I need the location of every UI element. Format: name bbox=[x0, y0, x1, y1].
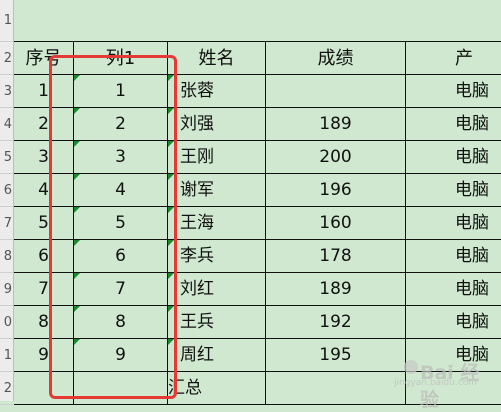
total-cell[interactable] bbox=[14, 372, 74, 405]
header-score[interactable]: 成绩 bbox=[266, 42, 406, 75]
top-empty-row[interactable] bbox=[14, 0, 501, 42]
cell-seq[interactable]: 1 bbox=[14, 75, 74, 108]
total-label[interactable]: 汇总 bbox=[168, 372, 266, 405]
cell-col1[interactable]: 1 bbox=[74, 75, 168, 108]
row-header-column: 123456789012 bbox=[0, 0, 14, 405]
total-cell[interactable] bbox=[74, 372, 168, 405]
cell-seq[interactable]: 4 bbox=[14, 174, 74, 207]
cell-col1[interactable]: 2 bbox=[74, 108, 168, 141]
cell-score[interactable]: 189 bbox=[266, 273, 406, 306]
cell-seq[interactable]: 3 bbox=[14, 141, 74, 174]
cell-name[interactable]: 刘红 bbox=[168, 273, 266, 306]
baidu-watermark: Bai 经验 jingyan.baidu.com bbox=[376, 352, 496, 411]
cell-col1[interactable]: 5 bbox=[74, 207, 168, 240]
cell-col1[interactable]: 4 bbox=[74, 174, 168, 207]
cell-product[interactable]: 电脑 bbox=[406, 306, 501, 339]
row-number[interactable]: 5 bbox=[0, 141, 13, 174]
cell-name[interactable]: 李兵 bbox=[168, 240, 266, 273]
cell-name[interactable]: 张蓉 bbox=[168, 75, 266, 108]
row-number[interactable]: 1 bbox=[0, 0, 13, 42]
cell-seq[interactable]: 6 bbox=[14, 240, 74, 273]
cell-score[interactable]: 178 bbox=[266, 240, 406, 273]
row-number[interactable]: 4 bbox=[0, 108, 13, 141]
row-number[interactable]: 3 bbox=[0, 75, 13, 108]
cell-seq[interactable]: 8 bbox=[14, 306, 74, 339]
cell-col1[interactable]: 8 bbox=[74, 306, 168, 339]
cell-name[interactable]: 王刚 bbox=[168, 141, 266, 174]
row-number[interactable]: 0 bbox=[0, 306, 13, 339]
cell-name[interactable]: 王兵 bbox=[168, 306, 266, 339]
cell-col1[interactable]: 3 bbox=[74, 141, 168, 174]
cell-product[interactable]: 电脑 bbox=[406, 75, 501, 108]
row-number[interactable]: 8 bbox=[0, 240, 13, 273]
header-name[interactable]: 姓名 bbox=[168, 42, 266, 75]
cell-score[interactable] bbox=[266, 75, 406, 108]
row-number[interactable]: 2 bbox=[0, 42, 13, 75]
cell-seq[interactable]: 7 bbox=[14, 273, 74, 306]
cell-product[interactable]: 电脑 bbox=[406, 207, 501, 240]
header-col1[interactable]: 列1 bbox=[74, 42, 168, 75]
watermark-url: jingyan.baidu.com bbox=[394, 378, 478, 388]
header-seq[interactable]: 序号 bbox=[14, 42, 74, 75]
cell-name[interactable]: 谢军 bbox=[168, 174, 266, 207]
header-product[interactable]: 产 bbox=[406, 42, 501, 75]
cell-name[interactable]: 周红 bbox=[168, 339, 266, 372]
cell-seq[interactable]: 9 bbox=[14, 339, 74, 372]
row-number[interactable]: 6 bbox=[0, 174, 13, 207]
cell-score[interactable]: 196 bbox=[266, 174, 406, 207]
cell-product[interactable]: 电脑 bbox=[406, 141, 501, 174]
row-number[interactable]: 7 bbox=[0, 207, 13, 240]
cell-score[interactable]: 200 bbox=[266, 141, 406, 174]
cell-col1[interactable]: 9 bbox=[74, 339, 168, 372]
cell-seq[interactable]: 5 bbox=[14, 207, 74, 240]
cell-score[interactable]: 160 bbox=[266, 207, 406, 240]
cell-col1[interactable]: 7 bbox=[74, 273, 168, 306]
cell-score[interactable]: 192 bbox=[266, 306, 406, 339]
cell-product[interactable]: 电脑 bbox=[406, 240, 501, 273]
cell-seq[interactable]: 2 bbox=[14, 108, 74, 141]
cell-score[interactable]: 189 bbox=[266, 108, 406, 141]
row-number[interactable]: 9 bbox=[0, 273, 13, 306]
cell-product[interactable]: 电脑 bbox=[406, 174, 501, 207]
cell-name[interactable]: 王海 bbox=[168, 207, 266, 240]
cell-product[interactable]: 电脑 bbox=[406, 273, 501, 306]
cell-col1[interactable]: 6 bbox=[74, 240, 168, 273]
cell-product[interactable]: 电脑 bbox=[406, 108, 501, 141]
cell-name[interactable]: 刘强 bbox=[168, 108, 266, 141]
row-number[interactable]: 1 bbox=[0, 339, 13, 372]
row-number[interactable]: 2 bbox=[0, 372, 13, 405]
paw-icon bbox=[404, 360, 418, 374]
spreadsheet-grid: 序号 列1 姓名 成绩产 1 1 张蓉 电脑 2 2 刘强 189 电脑 3 3 王刚 200 电脑 4 4 谢军 196… bbox=[14, 0, 501, 405]
